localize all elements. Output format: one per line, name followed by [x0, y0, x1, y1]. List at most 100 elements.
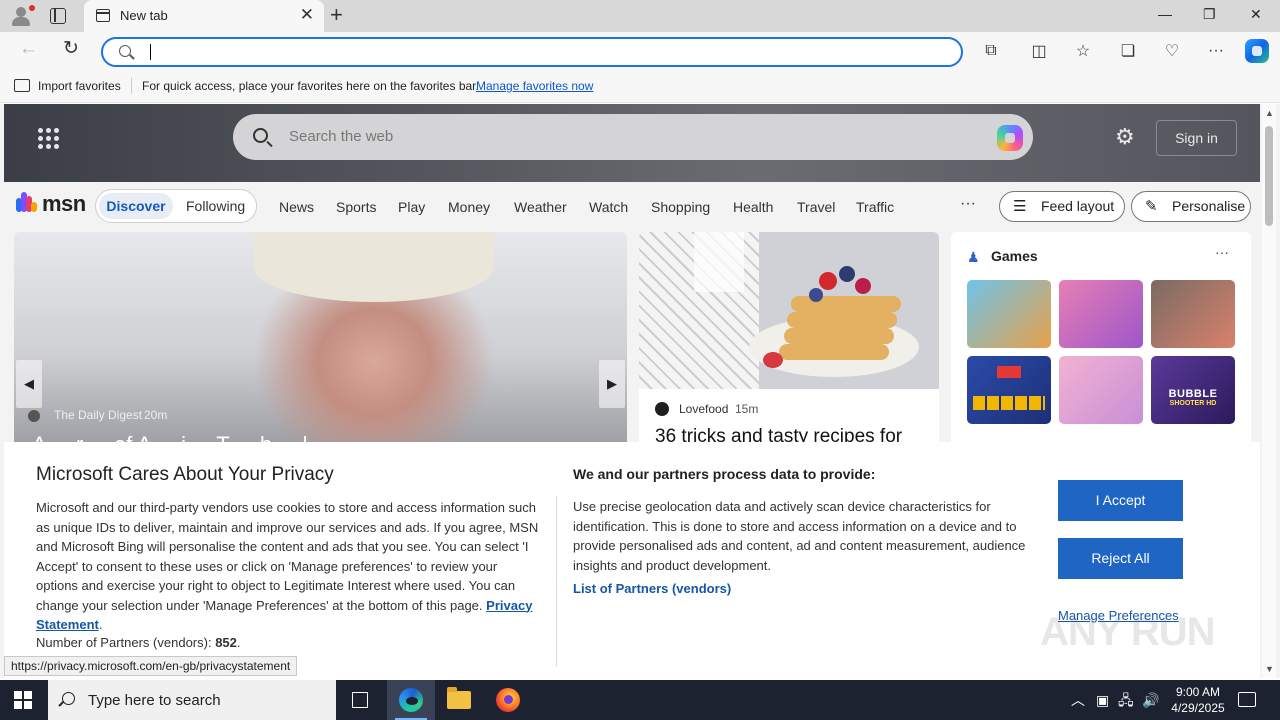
split-screen-icon[interactable]: ◫ — [1029, 41, 1049, 61]
tab-new-tab[interactable]: New tab ✕ — [84, 0, 324, 32]
games-icon: ♟ — [967, 249, 980, 265]
game-tile[interactable] — [1151, 280, 1235, 348]
notifications-icon[interactable] — [1238, 692, 1256, 707]
address-bar[interactable] — [101, 37, 963, 67]
copilot-icon[interactable] — [1245, 39, 1269, 63]
nav-link-play[interactable]: Play — [398, 199, 425, 215]
settings-gear-icon[interactable]: ⚙ — [1115, 126, 1135, 148]
battery-icon[interactable]: ▣ — [1096, 691, 1109, 709]
publisher-logo-icon — [28, 410, 40, 422]
tab-close-icon[interactable]: ✕ — [300, 5, 314, 25]
nav-link-watch[interactable]: Watch — [589, 199, 628, 215]
carousel-next-button[interactable]: ▶ — [599, 360, 625, 408]
more-menu-icon[interactable]: ··· — [1206, 41, 1226, 61]
system-clock[interactable]: 9:00 AM 4/29/2025 — [1160, 684, 1236, 716]
close-window-button[interactable]: ✕ — [1250, 6, 1262, 23]
extensions-icon[interactable]: ⧉ — [981, 41, 1001, 61]
profile-avatar-icon[interactable] — [6, 3, 36, 29]
nav-link-health[interactable]: Health — [733, 199, 773, 215]
start-windows-icon[interactable] — [14, 691, 32, 709]
network-icon[interactable]: 🖧 — [1118, 691, 1134, 709]
publisher-logo-icon — [655, 402, 669, 416]
title-bar: New tab ✕ + — ❐ ✕ — [0, 0, 1280, 32]
task-view-button[interactable] — [336, 680, 384, 720]
games-more-icon[interactable]: ··· — [1215, 244, 1229, 260]
favorites-star-icon[interactable]: ☆ — [1073, 41, 1093, 61]
nav-link-shopping[interactable]: Shopping — [651, 199, 710, 215]
refresh-button[interactable]: ↻ — [63, 39, 79, 59]
scroll-up-icon[interactable]: ▲ — [1265, 108, 1274, 118]
feed-layout-label: Feed layout — [1041, 198, 1115, 214]
msn-logo-icon[interactable] — [16, 192, 38, 214]
waffles-image — [639, 232, 939, 389]
firefox-taskbar-button[interactable] — [484, 680, 532, 720]
web-search-box[interactable]: Search the web — [233, 114, 1033, 160]
edge-icon — [399, 688, 423, 712]
scroll-down-icon[interactable]: ▼ — [1265, 664, 1274, 674]
search-icon — [253, 128, 268, 143]
import-favorites-button[interactable]: Import favorites — [38, 79, 121, 93]
personalise-icon: ✎ — [1145, 198, 1158, 215]
scroll-thumb[interactable] — [1265, 126, 1273, 226]
tab-discover[interactable]: Discover — [99, 193, 173, 219]
back-button[interactable]: ← — [19, 39, 38, 59]
minimize-button[interactable]: — — [1158, 6, 1172, 22]
page-scrollbar[interactable]: ▲ ▼ — [1262, 104, 1276, 678]
favorites-bar: Import favorites For quick access, place… — [0, 70, 1280, 103]
story-image — [254, 232, 494, 302]
file-explorer-button[interactable] — [435, 680, 483, 720]
msn-header: Search the web ⚙ Sign in — [4, 104, 1260, 182]
accept-button[interactable]: I Accept — [1058, 480, 1183, 521]
nav-more-icon[interactable]: ··· — [960, 195, 976, 213]
game-tile[interactable] — [1059, 280, 1143, 348]
partners-list-link[interactable]: List of Partners (vendors) — [573, 581, 731, 596]
nav-link-sports[interactable]: Sports — [336, 199, 376, 215]
game-tile-sublabel: SHOOTER HD — [1169, 400, 1217, 407]
address-input[interactable] — [147, 42, 947, 62]
edge-taskbar-button[interactable] — [387, 680, 435, 720]
collections-icon[interactable]: ❏ — [1118, 41, 1138, 61]
maximize-button[interactable]: ❐ — [1203, 6, 1216, 23]
app-launcher-icon[interactable] — [38, 128, 60, 150]
tab-following[interactable]: Following — [186, 198, 245, 214]
taskbar-search-box[interactable]: Type here to search — [48, 680, 336, 720]
feed-layout-button[interactable]: ☰ Feed layout — [999, 191, 1125, 222]
new-tab-button[interactable]: + — [330, 4, 343, 26]
nav-link-weather[interactable]: Weather — [514, 199, 567, 215]
nav-link-news[interactable]: News — [279, 199, 314, 215]
publisher-name: Lovefood — [679, 402, 729, 416]
feed-switcher: Discover Following — [95, 189, 257, 223]
personalise-button[interactable]: ✎ Personalise — [1131, 191, 1251, 222]
game-tile[interactable]: BUBBLE SHOOTER HD — [1151, 356, 1235, 424]
game-tile[interactable] — [1059, 356, 1143, 424]
msn-brand[interactable]: msn — [42, 191, 86, 217]
tray-chevron-icon[interactable]: ︿ — [1071, 691, 1085, 709]
food-story-card[interactable]: Lovefood 15m 36 tricks and tasty recipes… — [639, 232, 939, 452]
game-tile[interactable] — [967, 280, 1051, 348]
tab-actions-icon[interactable] — [50, 8, 66, 24]
top-story-card[interactable]: ◀ ▶ The Daily Digest 20m A ... r ... of … — [14, 232, 627, 452]
games-title[interactable]: Games — [991, 248, 1038, 264]
carousel-prev-button[interactable]: ◀ — [16, 360, 42, 408]
volume-icon[interactable]: 🔊 — [1142, 691, 1159, 709]
manage-preferences-link[interactable]: Manage Preferences — [1058, 608, 1179, 623]
nav-link-traffic[interactable]: Traffic — [856, 199, 894, 215]
task-view-icon — [352, 692, 368, 708]
browser-toolbar: ← ↻ ⧉ ◫ ☆ ❏ ♡ ··· — [0, 32, 1280, 70]
game-tile[interactable] — [967, 356, 1051, 424]
text-caret — [150, 44, 151, 60]
reject-all-button[interactable]: Reject All — [1058, 538, 1183, 579]
favorites-message: For quick access, place your favorites h… — [142, 79, 479, 93]
favorites-divider — [131, 78, 132, 94]
data-purposes-title: We and our partners process data to prov… — [573, 466, 876, 482]
copilot-icon[interactable] — [997, 125, 1023, 151]
sign-in-button[interactable]: Sign in — [1156, 120, 1237, 156]
new-tab-page-icon — [96, 9, 110, 22]
status-url-bubble: https://privacy.microsoft.com/en-gb/priv… — [4, 656, 298, 676]
nav-link-travel[interactable]: Travel — [797, 199, 835, 215]
manage-favorites-link[interactable]: Manage favorites now — [476, 79, 593, 93]
import-favorites-icon[interactable] — [14, 79, 30, 92]
story-age: 15m — [735, 402, 759, 416]
browser-essentials-icon[interactable]: ♡ — [1162, 41, 1182, 61]
nav-link-money[interactable]: Money — [448, 199, 490, 215]
